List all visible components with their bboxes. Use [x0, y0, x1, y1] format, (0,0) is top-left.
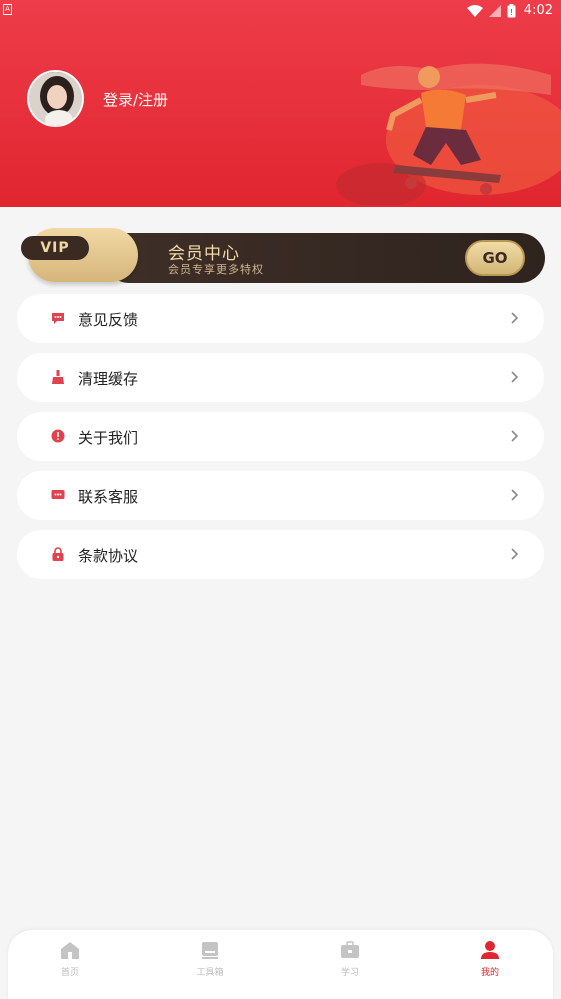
tab-label: 首页 [60, 968, 79, 978]
menu-item-label: 条款协议 [78, 547, 139, 565]
feedback-icon [52, 313, 64, 324]
menu-item-feedback[interactable]: 意见反馈 [17, 294, 544, 343]
broom-icon [52, 370, 64, 384]
skateboarder-illustration [336, 63, 561, 205]
chevron-right-icon [511, 430, 519, 442]
vip-go-button[interactable]: GO [465, 240, 525, 276]
tab-label: 学习 [340, 968, 359, 978]
chevron-right-icon [511, 489, 519, 501]
avatar-image [29, 72, 82, 125]
chevron-right-icon [511, 371, 519, 383]
tab-home[interactable]: 首页 [30, 940, 110, 990]
menu-item-label: 联系客服 [78, 488, 139, 506]
menu-item-about-us[interactable]: 关于我们 [17, 412, 544, 461]
menu-item-label: 意见反馈 [78, 311, 139, 329]
signal-icon [488, 4, 501, 17]
login-register-link[interactable]: 登录/注册 [103, 89, 168, 110]
lock-icon [52, 547, 64, 561]
tab-study[interactable]: 学习 [310, 940, 390, 990]
wifi-icon [466, 4, 483, 17]
clock: 4:02 [523, 3, 553, 18]
vip-center-card[interactable]: VIP 会员中心 会员专享更多特权 GO [18, 226, 545, 284]
menu-item-label: 清理缓存 [78, 370, 139, 388]
tab-mine[interactable]: 我的 [450, 940, 530, 990]
vip-subtitle: 会员专享更多特权 [168, 263, 264, 276]
profile-header: A ! 4:02 登录/注册 [0, 0, 561, 207]
battery-icon: ! [507, 3, 516, 17]
home-icon [61, 942, 79, 959]
svg-text:!: ! [510, 8, 513, 17]
menu-item-label: 关于我们 [78, 429, 139, 447]
notification-icon: A [3, 4, 12, 15]
bottom-tab-bar: 首页 工具箱 学习 我的 [8, 930, 553, 999]
tab-label: 工具箱 [196, 968, 224, 978]
vip-badge: VIP [21, 236, 89, 260]
toolbox-icon [202, 942, 218, 959]
tab-label: 我的 [480, 968, 499, 978]
chevron-right-icon [511, 548, 519, 560]
user-icon [481, 941, 499, 959]
chat-icon [51, 490, 65, 499]
status-bar: A ! 4:02 [0, 0, 561, 24]
briefcase-icon [341, 941, 359, 958]
menu-item-customer-service[interactable]: 联系客服 [17, 471, 544, 520]
menu-item-terms[interactable]: 条款协议 [17, 530, 544, 579]
avatar[interactable] [27, 70, 84, 127]
chevron-right-icon [511, 312, 519, 324]
tab-toolbox[interactable]: 工具箱 [170, 940, 250, 990]
status-icons: ! 4:02 [466, 3, 553, 18]
info-icon [51, 429, 65, 443]
menu-item-clear-cache[interactable]: 清理缓存 [17, 353, 544, 402]
